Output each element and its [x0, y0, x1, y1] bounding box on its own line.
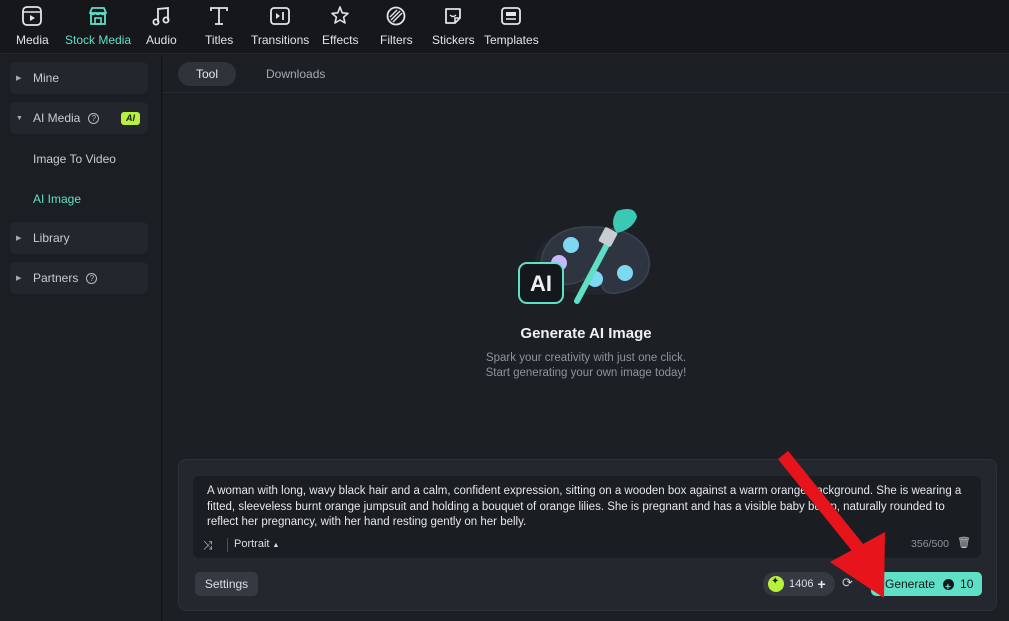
hero-subtitle-line1: Spark your creativity with just one clic… — [485, 352, 687, 364]
sidebar-item-mine[interactable]: ▶ Mine — [10, 62, 148, 94]
text-icon — [210, 7, 229, 25]
settings-button[interactable]: Settings — [195, 572, 258, 596]
ai-palette-illustration: AI — [518, 209, 651, 304]
ai-icon-text: AI — [530, 271, 552, 296]
toolbar-audio-label: Audio — [146, 33, 177, 47]
prompt-panel: A woman with long, wavy black hair and a… — [178, 459, 997, 611]
toolbar-effects[interactable]: Effects — [322, 5, 358, 51]
sidebar-item-label: Partners — [33, 271, 79, 285]
toolbar-audio[interactable]: Audio — [146, 5, 177, 51]
ai-badge: AI — [121, 112, 140, 125]
credits-count: 1406 — [789, 578, 814, 590]
caret-down-icon: ▼ — [16, 114, 23, 122]
refresh-icon[interactable]: ⟳ — [842, 575, 853, 591]
toolbar-effects-label: Effects — [322, 33, 359, 47]
trash-icon[interactable]: 🗑 — [957, 536, 971, 549]
sidebar-item-library[interactable]: ▶ Library — [10, 222, 148, 254]
help-icon[interactable]: ? — [88, 112, 100, 124]
sidebar-item-ai-image[interactable]: AI Image — [33, 192, 81, 206]
credit-icon — [768, 576, 784, 592]
templates-icon — [501, 7, 522, 25]
prompt-textarea[interactable]: A woman with long, wavy black hair and a… — [193, 476, 981, 558]
caret-up-icon: ▲ — [272, 542, 280, 549]
generate-label: Generate — [885, 577, 936, 591]
toolbar-filters-label: Filters — [380, 33, 413, 47]
aspect-ratio-dropdown[interactable]: Portrait ▲ — [227, 538, 279, 552]
toolbar-transitions-label: Transitions — [251, 33, 310, 47]
add-credits-icon[interactable]: + — [817, 576, 825, 592]
sidebar-item-partners[interactable]: ▶ Partners ? — [10, 262, 148, 294]
toolbar-titles[interactable]: Titles — [205, 5, 233, 51]
toolbar-media-label: Media — [16, 33, 49, 47]
help-icon[interactable]: ? — [86, 272, 98, 284]
sidebar-item-image-to-video[interactable]: Image To Video — [33, 152, 116, 166]
tab-bar: Tool Downloads — [163, 55, 1009, 93]
filters-icon — [386, 6, 406, 26]
stickers-icon — [445, 8, 462, 24]
stock-media-icon — [89, 7, 107, 25]
toolbar-templates-label: Templates — [484, 33, 539, 47]
toolbar-stickers-label: Stickers — [432, 33, 475, 47]
hero-title: Generate AI Image — [520, 325, 652, 342]
credits-pill[interactable]: 1406 + — [763, 572, 835, 596]
prompt-text[interactable]: A woman with long, wavy black hair and a… — [207, 484, 971, 531]
credit-coin-icon — [943, 576, 955, 600]
sidebar-item-label: Library — [33, 231, 70, 245]
music-note-icon — [152, 7, 170, 26]
toolbar-media[interactable]: Media — [16, 5, 49, 51]
sidebar-item-label: AI Media — [33, 111, 81, 125]
top-toolbar: Media Stock Media Audio Titles Transitio… — [0, 0, 1009, 54]
transitions-icon — [270, 7, 291, 25]
sidebar-item-label: Mine — [33, 71, 60, 85]
sidebar-item-ai-media[interactable]: ▼ AI Media ? AI — [10, 102, 148, 134]
toolbar-stickers[interactable]: Stickers — [432, 5, 475, 51]
toolbar-filters[interactable]: Filters — [380, 5, 413, 51]
sidebar: ▶ Mine ▼ AI Media ? AI Image To Video AI… — [0, 55, 162, 621]
caret-right-icon: ▶ — [16, 235, 22, 242]
hero-subtitle-line2: Start generating your own image today! — [485, 367, 687, 379]
shuffle-icon[interactable]: ⤨ — [203, 538, 213, 553]
aspect-ratio-label: Portrait — [234, 538, 270, 550]
toolbar-transitions[interactable]: Transitions — [251, 5, 309, 51]
tab-downloads[interactable]: Downloads — [248, 62, 343, 86]
toolbar-stock-media-label: Stock Media — [65, 33, 132, 47]
generate-button[interactable]: Generate 10 — [871, 572, 982, 600]
toolbar-titles-label: Titles — [205, 33, 234, 47]
caret-right-icon: ▶ — [16, 75, 22, 82]
toolbar-stock-media[interactable]: Stock Media — [65, 5, 131, 51]
generate-cost: 10 — [960, 577, 974, 591]
toolbar-templates[interactable]: Templates — [484, 5, 539, 51]
caret-right-icon: ▶ — [16, 275, 22, 282]
main-panel: Tool Downloads AI Generate AI Image Spar… — [163, 55, 1009, 621]
media-icon — [22, 6, 43, 26]
effects-icon — [331, 6, 350, 24]
character-counter: 356/500 — [911, 538, 949, 550]
tab-tool[interactable]: Tool — [178, 62, 237, 86]
